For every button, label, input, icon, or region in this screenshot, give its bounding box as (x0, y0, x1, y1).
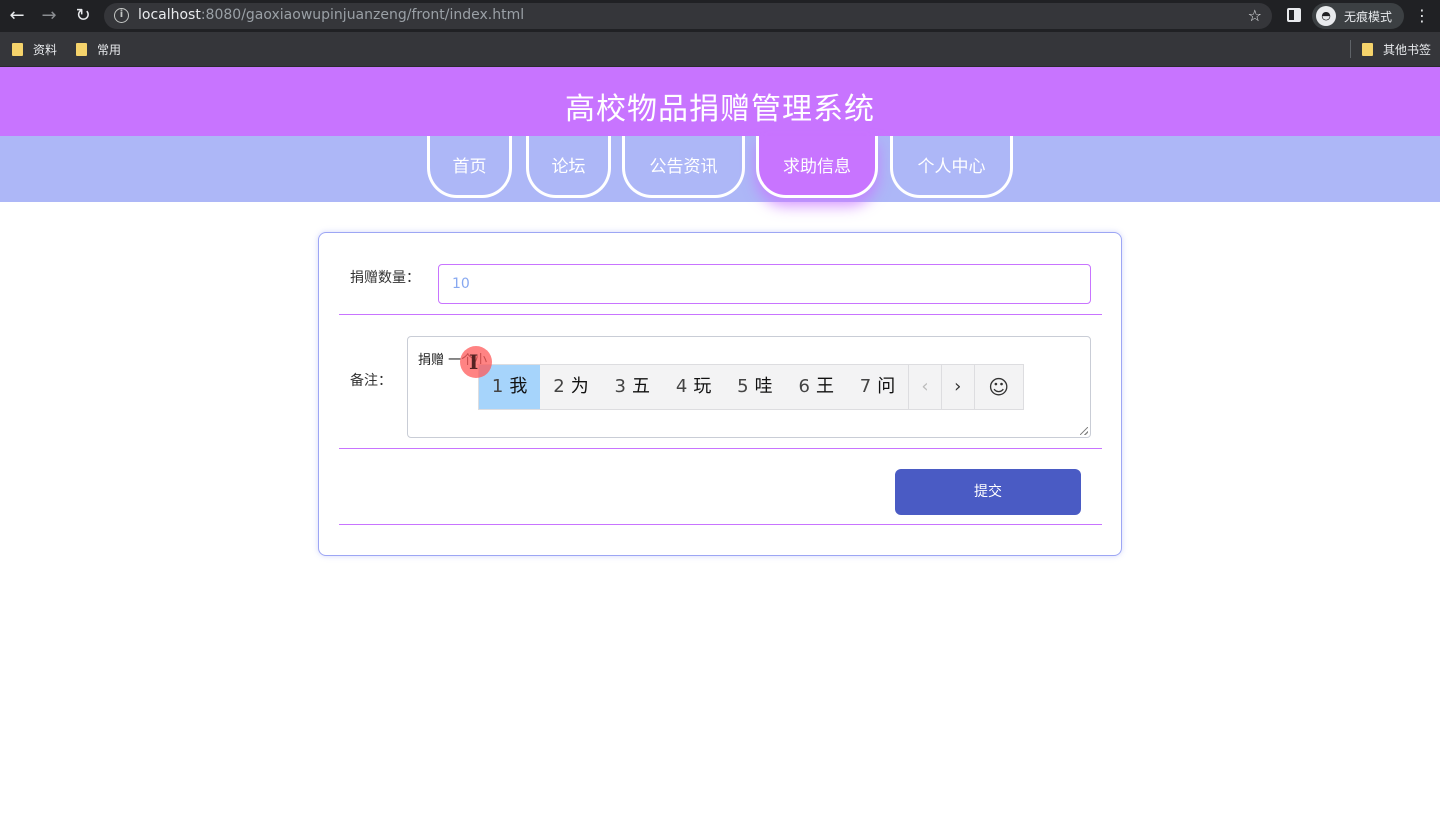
site-info-icon[interactable]: i (114, 8, 129, 23)
nav-tab-help-info[interactable]: 求助信息 (756, 136, 878, 198)
divider (339, 448, 1102, 449)
incognito-badge[interactable]: ◓ 无痕模式 (1312, 3, 1404, 29)
resize-handle[interactable] (1080, 427, 1088, 435)
nav-tab-forum[interactable]: 论坛 (526, 136, 611, 198)
bookmark-folder[interactable]: 常用 (76, 41, 121, 57)
incognito-icon: ◓ (1316, 6, 1336, 26)
address-bar[interactable]: i localhost:8080/gaoxiaowupinjuanzeng/fr… (104, 3, 1272, 29)
ime-candidate[interactable]: 6王 (786, 365, 847, 409)
ime-candidate-bar: 1我 2为 3五 4玩 5哇 6王 7问 ‹ › ☺ (478, 364, 1024, 410)
folder-icon (1362, 42, 1373, 56)
browser-menu-icon[interactable]: ⋮ (1414, 5, 1430, 27)
ime-candidate[interactable]: 3五 (602, 365, 663, 409)
forward-icon[interactable]: → (38, 5, 60, 27)
remark-label: 备注： (350, 373, 392, 389)
reload-icon[interactable]: ↻ (72, 5, 94, 27)
bookmark-star-icon[interactable]: ☆ (1248, 6, 1262, 25)
chevron-left-icon[interactable]: ‹ (908, 365, 941, 409)
other-bookmarks[interactable]: 其他书签 (1362, 41, 1431, 57)
divider (339, 314, 1102, 315)
bookmark-folder[interactable]: 资料 (12, 41, 57, 57)
folder-icon (76, 42, 87, 56)
nav-tab-announcements[interactable]: 公告资讯 (622, 136, 745, 198)
site-title: 高校物品捐赠管理系统 (565, 92, 875, 127)
quantity-label: 捐赠数量： (350, 270, 420, 286)
site-header: 高校物品捐赠管理系统 (0, 67, 1440, 136)
emoji-icon[interactable]: ☺ (973, 365, 1023, 409)
back-icon[interactable]: ← (6, 5, 28, 27)
folder-icon (12, 42, 23, 56)
ime-candidate[interactable]: 4玩 (663, 365, 724, 409)
main-nav: 首页 论坛 公告资讯 求助信息 个人中心 (0, 136, 1440, 202)
ime-candidate[interactable]: 7问 (847, 365, 908, 409)
chevron-right-icon[interactable]: › (940, 365, 974, 409)
quantity-input[interactable]: 10 (438, 264, 1091, 304)
nav-tab-personal-center[interactable]: 个人中心 (890, 136, 1013, 198)
bookmarks-bar: 资料 常用 其他书签 (0, 32, 1440, 67)
browser-toolbar: ← → ↻ i localhost:8080/gaoxiaowupinjuanz… (0, 0, 1440, 32)
divider (339, 524, 1102, 525)
nav-tab-home[interactable]: 首页 (427, 136, 512, 198)
ime-candidate[interactable]: 5哇 (724, 365, 785, 409)
url-text[interactable]: localhost:8080/gaoxiaowupinjuanzeng/fron… (138, 7, 524, 23)
divider (1350, 40, 1351, 58)
ime-candidate[interactable]: 2为 (540, 365, 601, 409)
text-cursor-icon: I (469, 350, 479, 374)
side-panel-icon[interactable] (1287, 8, 1301, 22)
submit-button[interactable]: 提交 (895, 469, 1081, 515)
